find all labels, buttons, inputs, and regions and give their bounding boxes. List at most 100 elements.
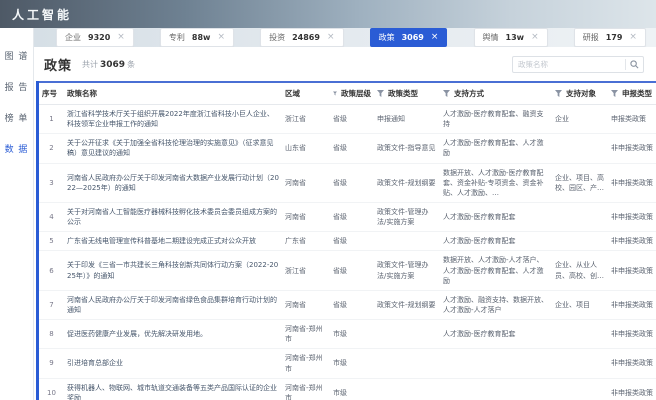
cell-apply: 非申报类政策 <box>608 163 656 203</box>
chip-label: 舆情 <box>482 33 499 42</box>
cell-region: 浙江省 <box>282 250 330 291</box>
col-header-region: 区域 <box>282 81 330 105</box>
table-row[interactable]: 9 引进培育总部企业 河南省-郑州市 市级 非申报类政策 <box>39 348 656 379</box>
col-header-target[interactable]: 支持对象 <box>552 81 608 105</box>
cell-level: 省级 <box>330 133 374 164</box>
cell-target: 企业 <box>552 104 608 135</box>
cell-level: 市级 <box>330 378 374 400</box>
cell-region: 河南省 <box>282 202 330 233</box>
cell-policy-name[interactable]: 河南省人民政府办公厅关于印发河南省绿色食品集群培育行动计划的通知 <box>64 290 282 321</box>
chip-count: 179 <box>605 33 623 42</box>
cell-level: 省级 <box>330 163 374 203</box>
filter-chip-patent[interactable]: 专利 88w × <box>159 28 234 47</box>
close-icon[interactable]: × <box>629 33 637 42</box>
sidebar: 图 谱 报 告 榜 单 数 据 <box>0 28 34 400</box>
col-header-level[interactable]: 政策层级 <box>330 81 374 105</box>
col-header-type[interactable]: 政策类型 <box>374 81 440 105</box>
table-row[interactable]: 10 获得机器人、物联网、城市轨道交通装备等五类产品国际认证的企业奖励 河南省-… <box>39 378 656 400</box>
cell-apply: 非申报类政策 <box>608 231 656 252</box>
close-icon[interactable]: × <box>431 33 439 42</box>
table-row[interactable]: 4 关于对河南省人工智能医疗器械科技孵化技术委员会委员组成方案的公示 河南省 省… <box>39 202 656 233</box>
cell-level: 省级 <box>330 290 374 321</box>
sidebar-item-report[interactable]: 报 告 <box>0 71 33 102</box>
cell-target <box>552 202 608 233</box>
total-count: 共计 3069 条 <box>82 59 135 70</box>
cell-target: 企业、从业人员、高校、创… <box>552 250 608 291</box>
close-icon[interactable]: × <box>217 33 225 42</box>
filter-chip-research[interactable]: 研报 179 × <box>573 28 646 47</box>
cell-type: 政策文件-规划纲要 <box>374 163 440 203</box>
filter-chip-enterprise[interactable]: 企业 9320 × <box>56 28 134 47</box>
cell-no: 8 <box>39 319 64 350</box>
col-header-apply[interactable]: 申报类型 <box>608 81 656 105</box>
app-header: 人工智能 <box>0 0 656 28</box>
sidebar-item-ranking[interactable]: 榜 单 <box>0 102 33 133</box>
policy-table: 序号 政策名称 区域 政策层级 政策类型 支持方式 支持对象 申报类型 1 浙江… <box>36 81 656 400</box>
filter-chip-investment[interactable]: 投资 24869 × <box>260 28 344 47</box>
cell-apply: 非申报类政策 <box>608 378 656 400</box>
table-body: 1 浙江省科学技术厅关于组织开展2022年度浙江省科技小巨人企业、科技领军企业申… <box>39 104 656 400</box>
cell-region: 河南省-郑州市 <box>282 378 330 400</box>
table-row[interactable]: 8 促进医药健康产业发展，优先解决研发用地。 河南省-郑州市 市级 人才激励-医… <box>39 319 656 350</box>
cell-policy-name[interactable]: 关于对河南省人工智能医疗器械科技孵化技术委员会委员组成方案的公示 <box>64 202 282 233</box>
chip-count: 88w <box>191 33 211 42</box>
cell-type: 政策文件-管理办法/实施方案 <box>374 250 440 291</box>
cell-policy-name[interactable]: 关于公开征求《关于加强全省科技伦理治理的实施意见》（征求意见稿）意见建议的通知 <box>64 133 282 164</box>
table-row[interactable]: 7 河南省人民政府办公厅关于印发河南省绿色食品集群培育行动计划的通知 河南省 省… <box>39 290 656 321</box>
cell-no: 2 <box>39 133 64 164</box>
cell-no: 6 <box>39 250 64 291</box>
search-box <box>512 56 644 73</box>
cell-policy-name[interactable]: 获得机器人、物联网、城市轨道交通装备等五类产品国际认证的企业奖励 <box>64 378 282 400</box>
cell-region: 河南省 <box>282 163 330 203</box>
close-icon[interactable]: × <box>117 33 125 42</box>
cell-apply: 非申报类政策 <box>608 250 656 291</box>
cell-region: 山东省 <box>282 133 330 164</box>
filter-chip-sentiment[interactable]: 舆情 13w × <box>473 28 548 47</box>
cell-no: 4 <box>39 202 64 233</box>
table-row[interactable]: 3 河南省人民政府办公厅关于印发河南省大数据产业发展行动计划（2022—2025… <box>39 163 656 203</box>
cell-no: 7 <box>39 290 64 321</box>
cell-region: 河南省-郑州市 <box>282 319 330 350</box>
cell-policy-name[interactable]: 广东省无线电管理宣传科普基地二期建设完成正式对公众开放 <box>64 231 282 252</box>
cell-region: 河南省 <box>282 290 330 321</box>
table-row[interactable]: 6 关于印发《三省一市共建长三角科技创新共同体行动方案（2022-2025年）》… <box>39 250 656 291</box>
cell-region: 河南省-郑州市 <box>282 348 330 379</box>
close-icon[interactable]: × <box>327 33 335 42</box>
cell-type <box>374 231 440 252</box>
cell-type: 政策文件-管理办法/实施方案 <box>374 202 440 233</box>
cell-level: 市级 <box>330 319 374 350</box>
search-input[interactable] <box>513 60 625 69</box>
sidebar-item-data[interactable]: 数 据 <box>0 133 33 164</box>
search-icon[interactable] <box>625 59 643 70</box>
cell-target <box>552 133 608 164</box>
cell-no: 5 <box>39 231 64 252</box>
cell-policy-name[interactable]: 促进医药健康产业发展，优先解决研发用地。 <box>64 319 282 350</box>
cell-apply: 非申报类政策 <box>608 290 656 321</box>
col-header-support[interactable]: 支持方式 <box>440 81 552 105</box>
table-row[interactable]: 5 广东省无线电管理宣传科普基地二期建设完成正式对公众开放 广东省 省级 人才激… <box>39 231 656 252</box>
cell-type: 申报通知 <box>374 104 440 135</box>
cell-no: 9 <box>39 348 64 379</box>
cell-policy-name[interactable]: 浙江省科学技术厅关于组织开展2022年度浙江省科技小巨人企业、科技领军企业申报工… <box>64 104 282 135</box>
sidebar-item-graph[interactable]: 图 谱 <box>0 40 33 71</box>
cell-policy-name[interactable]: 关于印发《三省一市共建长三角科技创新共同体行动方案（2022-2025年）》的通… <box>64 250 282 291</box>
cell-support: 人才激励-医疗教育配套、融资支持 <box>440 104 552 135</box>
table-row[interactable]: 2 关于公开征求《关于加强全省科技伦理治理的实施意见》（征求意见稿）意见建议的通… <box>39 133 656 164</box>
filter-funnel-icon <box>555 90 562 97</box>
cell-level: 省级 <box>330 250 374 291</box>
filter-funnel-icon <box>611 90 618 97</box>
chip-count: 13w <box>505 33 525 42</box>
page-title: 政策 <box>44 59 73 74</box>
cell-support: 人才激励-医疗教育配套 <box>440 202 552 233</box>
table-row[interactable]: 1 浙江省科学技术厅关于组织开展2022年度浙江省科技小巨人企业、科技领军企业申… <box>39 104 656 135</box>
cell-policy-name[interactable]: 河南省人民政府办公厅关于印发河南省大数据产业发展行动计划（2022—2025年）… <box>64 163 282 203</box>
cell-region: 浙江省 <box>282 104 330 135</box>
close-icon[interactable]: × <box>531 33 539 42</box>
cell-apply: 非申报类政策 <box>608 348 656 379</box>
chip-count: 3069 <box>401 33 424 42</box>
filter-chip-policy[interactable]: 政策 3069 × <box>369 28 448 47</box>
cell-apply: 非申报类政策 <box>608 202 656 233</box>
policy-panel: 政策 共计 3069 条 政策名称 序号 政策名称 区域 政策层级 政策类型 支… <box>34 47 656 400</box>
filter-chip-bar: 企业 9320 × 专利 88w × 投资 24869 × 政策 3069 × … <box>34 28 656 47</box>
cell-policy-name[interactable]: 引进培育总部企业 <box>64 348 282 379</box>
